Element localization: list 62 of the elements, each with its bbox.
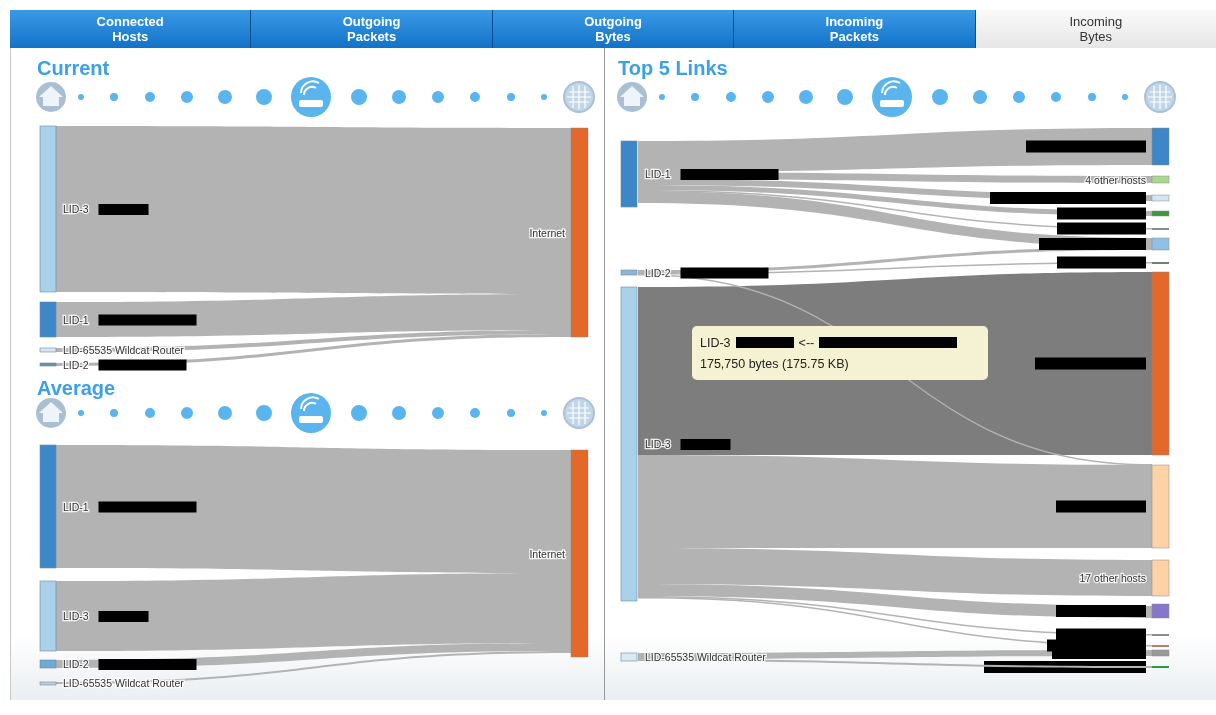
node-label: LID-65535 Wildcat Router	[63, 677, 184, 689]
source-node[interactable]	[39, 125, 57, 293]
flow-band[interactable]	[56, 294, 571, 337]
bytes-text: 175,750 bytes (175.75 KB)	[700, 356, 849, 371]
source-node[interactable]	[39, 362, 57, 367]
router-icon	[291, 393, 331, 433]
node-label: LID-3	[63, 203, 89, 215]
tab[interactable]: Incoming Packets	[734, 10, 976, 48]
tab[interactable]: Outgoing Bytes	[492, 10, 735, 48]
tab[interactable]: Outgoing Packets	[251, 10, 493, 48]
tooltip-source: LID-3	[700, 335, 731, 350]
target-node[interactable]	[1151, 464, 1170, 549]
node-label: LID-65535 Wildcat Router	[645, 651, 766, 663]
router-icon	[872, 77, 912, 117]
tab[interactable]: Connected Hosts	[10, 10, 252, 48]
target-node[interactable]	[1151, 127, 1170, 166]
target-node[interactable]	[1151, 175, 1170, 184]
section-title: Top 5 Links	[618, 57, 728, 79]
node-label: 17 other hosts	[1079, 572, 1146, 584]
target-node[interactable]	[1151, 271, 1170, 456]
source-node[interactable]	[39, 301, 57, 338]
target-node[interactable]	[1151, 559, 1170, 597]
target-node[interactable]	[1151, 194, 1170, 202]
section-title: Average	[37, 377, 116, 399]
target-node[interactable]	[570, 127, 589, 338]
target-node[interactable]	[570, 449, 589, 658]
target-node[interactable]	[1151, 649, 1170, 657]
node-label: LID-3	[63, 610, 89, 622]
node-label: 4 other hosts	[1085, 173, 1146, 186]
node-label: LID-3	[645, 438, 671, 450]
house-icon	[36, 398, 66, 428]
node-label: LID-1	[645, 168, 671, 180]
node-label: LID-1	[63, 500, 89, 513]
globe-icon	[1144, 81, 1176, 113]
node-label: LID-1	[63, 313, 89, 326]
source-node[interactable]	[39, 347, 57, 353]
globe-icon	[563, 397, 595, 429]
source-node[interactable]	[620, 140, 638, 208]
router-icon	[291, 77, 331, 117]
node-label: LID-2	[645, 266, 671, 279]
target-node[interactable]	[1151, 210, 1170, 217]
house-icon	[617, 82, 647, 112]
source-node[interactable]	[620, 652, 638, 662]
tab[interactable]: Incoming Bytes	[975, 10, 1216, 48]
target-node[interactable]	[1151, 603, 1170, 619]
node-label: Internet	[529, 547, 565, 560]
globe-icon	[563, 81, 595, 113]
source-node[interactable]	[620, 269, 638, 276]
flow-band[interactable]	[638, 455, 1152, 548]
section-title: Current	[37, 57, 110, 79]
arrow-text: <--	[798, 335, 815, 350]
node-label: LID-2	[63, 358, 89, 371]
target-node[interactable]	[1151, 237, 1170, 251]
source-node[interactable]	[39, 659, 57, 669]
node-label: LID-2	[63, 658, 89, 670]
house-icon	[36, 82, 66, 112]
flow-band[interactable]	[638, 659, 1152, 668]
source-node[interactable]	[39, 681, 57, 686]
node-label: Internet	[529, 226, 565, 239]
source-node[interactable]	[39, 580, 57, 652]
source-node[interactable]	[620, 286, 638, 602]
source-node[interactable]	[39, 444, 57, 569]
